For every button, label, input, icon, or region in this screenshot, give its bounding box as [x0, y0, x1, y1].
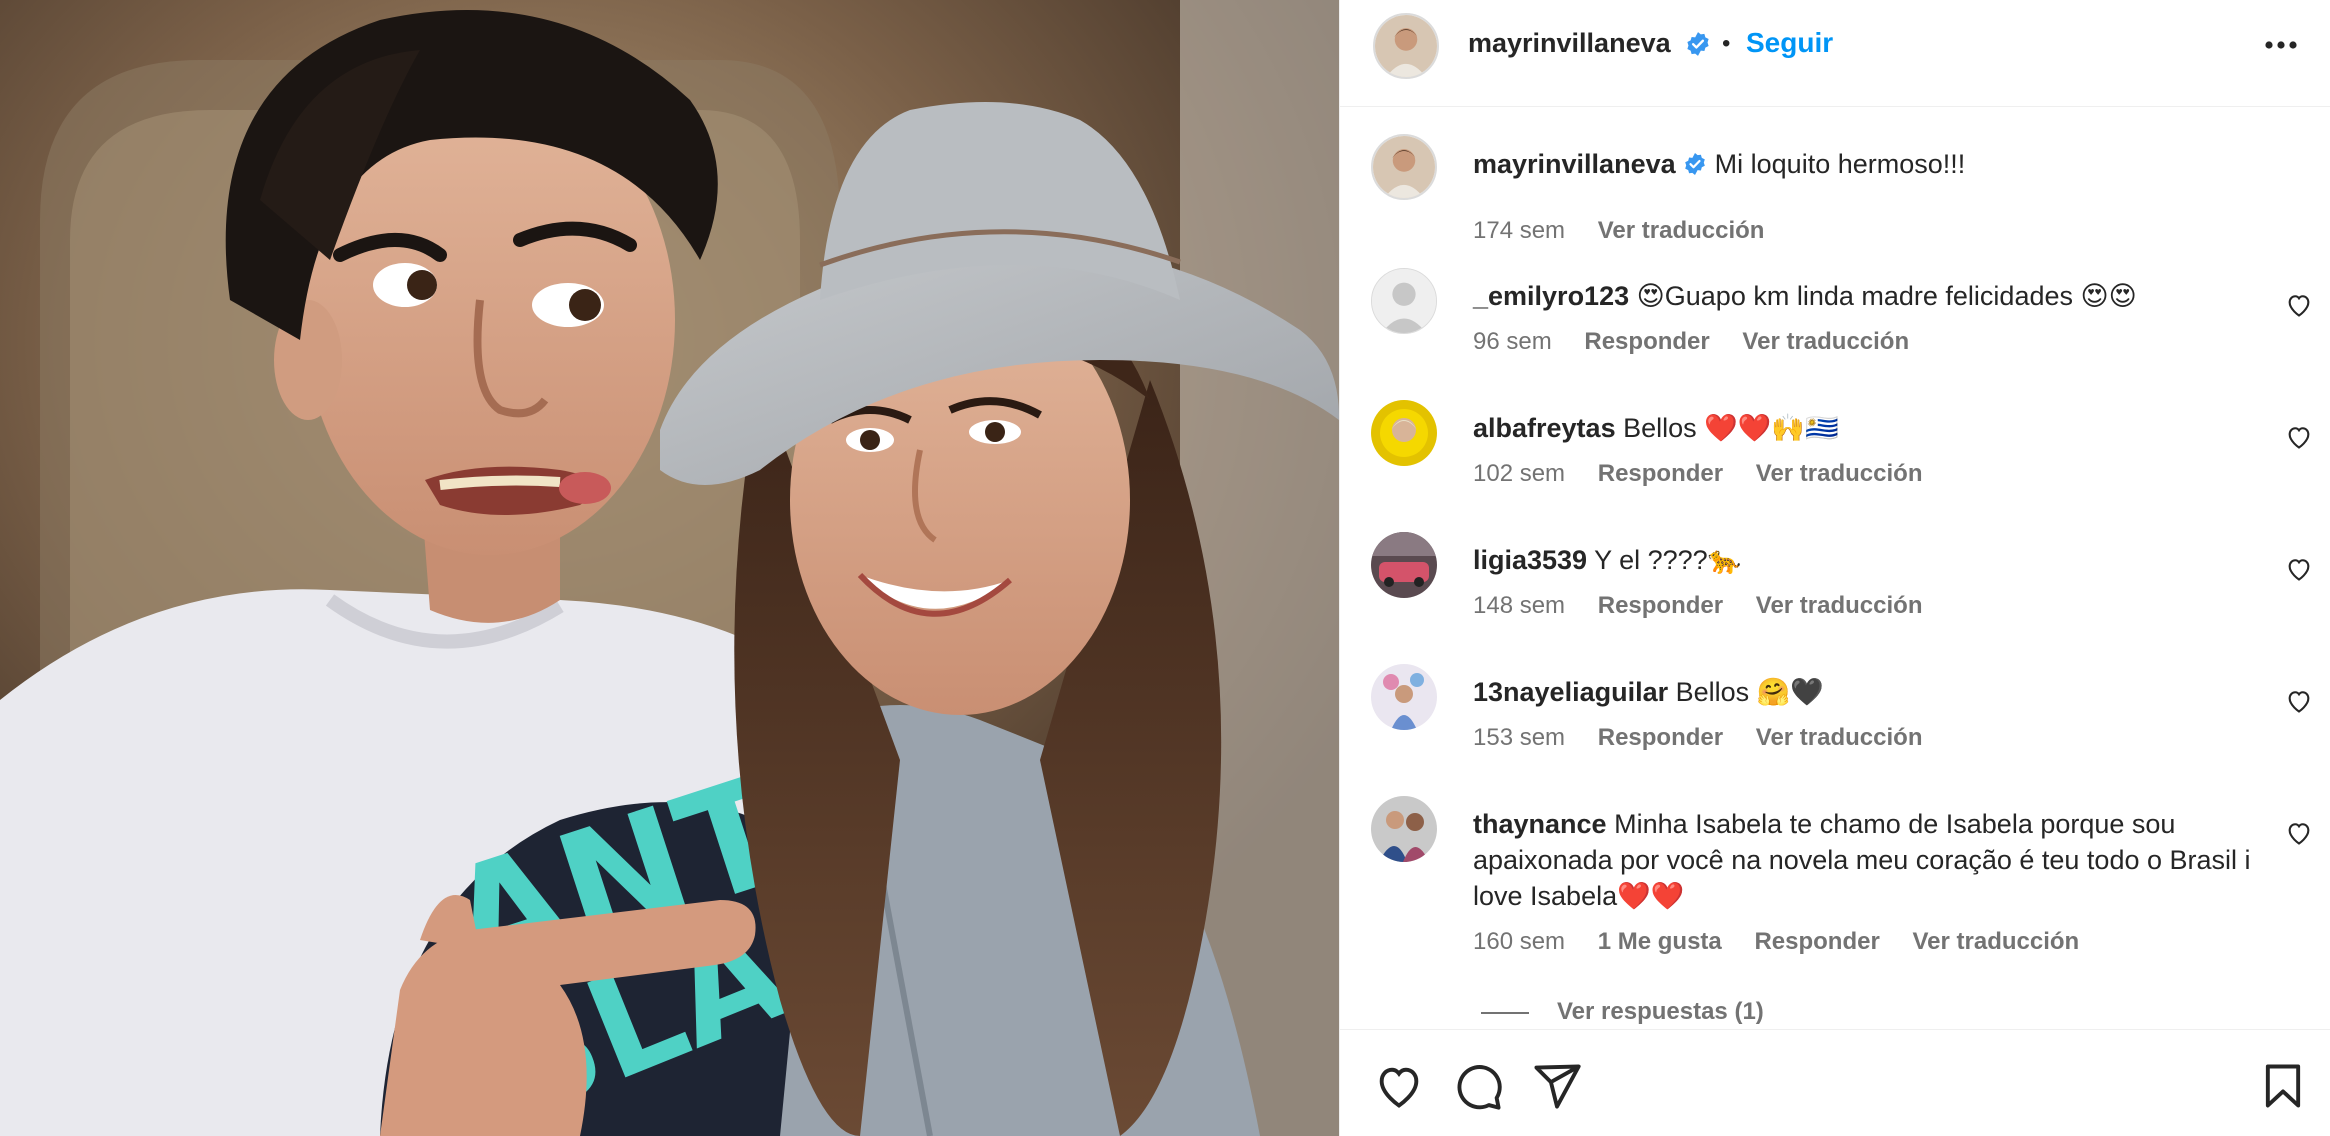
comment-time: 102 sem: [1473, 460, 1566, 487]
caption-username[interactable]: mayrinvillaneva: [1473, 149, 1676, 179]
heart-icon[interactable]: [2285, 687, 2313, 715]
translate-link[interactable]: Ver traducción: [1742, 328, 1909, 355]
separator-dot: •: [1722, 30, 1731, 57]
comment-body: Bellos ❤️❤️🙌🇺🇾: [1623, 413, 1839, 443]
heart-icon[interactable]: [2285, 819, 2313, 847]
comment-meta: 160 sem 1 Me gusta Responder Ver traducc…: [1473, 928, 2105, 956]
comment-meta: 153 sem Responder Ver traducción: [1473, 724, 1949, 752]
translate-link[interactable]: Ver traducción: [1756, 460, 1923, 487]
caption-meta: 174 sem Ver traducción: [1473, 217, 1790, 245]
reply-link[interactable]: Responder: [1584, 328, 1709, 355]
follow-button[interactable]: Seguir: [1746, 27, 1833, 59]
caption-text: mayrinvillaneva Mi loquito hermoso!!!: [1473, 146, 2273, 182]
comment-time: 148 sem: [1473, 592, 1566, 619]
comment-time: 153 sem: [1473, 724, 1566, 751]
comment-text: albafreytas Bellos ❤️❤️🙌🇺🇾: [1473, 410, 2273, 446]
comment-username[interactable]: thaynance: [1473, 809, 1607, 839]
post-photo: ANTI SLA: [0, 0, 1339, 1136]
comment-meta: 148 sem Responder Ver traducción: [1473, 592, 1949, 620]
comment-time: 96 sem: [1473, 328, 1552, 355]
translate-link[interactable]: Ver traducción: [1756, 592, 1923, 619]
commenter-avatar[interactable]: [1371, 664, 1437, 730]
translate-link[interactable]: Ver traducción: [1598, 217, 1765, 244]
comment-meta: 96 sem Responder Ver traducción: [1473, 328, 1935, 356]
comments-list[interactable]: mayrinvillaneva Mi loquito hermoso!!! 17…: [1340, 108, 2330, 1028]
comment-meta: 102 sem Responder Ver traducción: [1473, 460, 1949, 488]
reply-link[interactable]: Responder: [1754, 928, 1879, 955]
comment-body: Y el ????🐆: [1594, 545, 1742, 575]
more-horizontal-icon[interactable]: [2261, 30, 2301, 60]
comment-text: ligia3539 Y el ????🐆: [1473, 542, 2273, 578]
commenter-avatar[interactable]: [1371, 796, 1437, 862]
caption-avatar[interactable]: [1371, 134, 1437, 200]
reply-link[interactable]: Responder: [1598, 592, 1723, 619]
comment-username[interactable]: albafreytas: [1473, 413, 1616, 443]
heart-icon[interactable]: [2285, 291, 2313, 319]
comment-username[interactable]: ligia3539: [1473, 545, 1587, 575]
heart-icon[interactable]: [2285, 555, 2313, 583]
author-username[interactable]: mayrinvillaneva: [1468, 28, 1671, 59]
reply-link[interactable]: Responder: [1598, 724, 1723, 751]
post-actions-bar: [1340, 1029, 2330, 1136]
comment-body: 😍Guapo km linda madre felicidades 😍😍: [1636, 281, 2137, 311]
post-detail-panel: mayrinvillaneva • Seguir mayrinvillaneva…: [1339, 0, 2330, 1136]
comment-username[interactable]: _emilyro123: [1473, 281, 1629, 311]
translate-link[interactable]: Ver traducción: [1912, 928, 2079, 955]
comment-time: 160 sem: [1473, 928, 1566, 955]
commenter-avatar[interactable]: [1371, 400, 1437, 466]
comment-text: 13nayeliaguilar Bellos 🤗🖤: [1473, 674, 2273, 710]
heart-icon[interactable]: [2285, 423, 2313, 451]
heart-icon[interactable]: [1373, 1060, 1425, 1112]
view-replies-button[interactable]: Ver respuestas (1): [1481, 998, 1764, 1026]
likes-count[interactable]: 1 Me gusta: [1598, 928, 1722, 955]
bookmark-icon[interactable]: [2257, 1060, 2309, 1112]
comment-text: _emilyro123 😍Guapo km linda madre felici…: [1473, 278, 2273, 314]
verified-badge-icon: [1687, 32, 1709, 56]
comment-body: Bellos 🤗🖤: [1675, 677, 1824, 707]
commenter-avatar[interactable]: [1371, 268, 1437, 334]
author-avatar[interactable]: [1373, 13, 1439, 79]
comment-icon[interactable]: [1452, 1060, 1504, 1112]
replies-divider: [1481, 1011, 1529, 1014]
comment-username[interactable]: 13nayeliaguilar: [1473, 677, 1668, 707]
view-replies-label: Ver respuestas (1): [1557, 998, 1764, 1025]
send-icon[interactable]: [1531, 1060, 1583, 1112]
comment-text: thaynance Minha Isabela te chamo de Isab…: [1473, 806, 2273, 914]
translate-link[interactable]: Ver traducción: [1756, 724, 1923, 751]
commenter-avatar[interactable]: [1371, 532, 1437, 598]
reply-link[interactable]: Responder: [1598, 460, 1723, 487]
post-header: mayrinvillaneva • Seguir: [1340, 0, 2330, 107]
caption-time: 174 sem: [1473, 217, 1566, 244]
caption-body: Mi loquito hermoso!!!: [1714, 149, 1966, 179]
verified-badge-icon: [1685, 153, 1705, 175]
